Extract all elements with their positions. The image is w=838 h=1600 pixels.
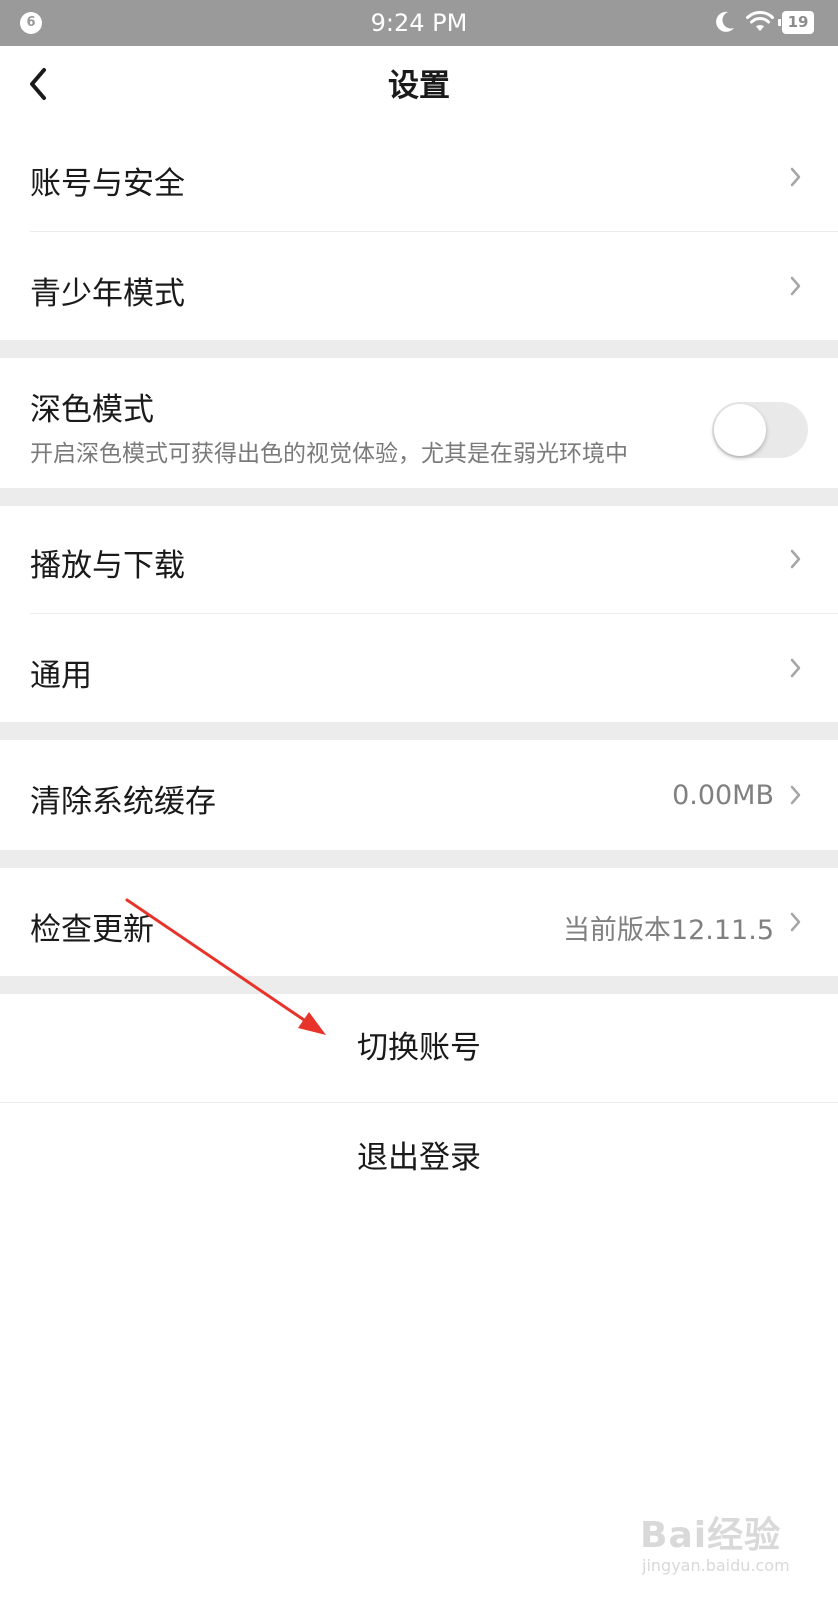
section-gap: [0, 976, 838, 994]
dark-mode-description: 开启深色模式可获得出色的视觉体验，尤其是在弱光环境中: [30, 441, 628, 467]
watermark-url: jingyan.baidu.com: [642, 1556, 790, 1575]
chevron-right-icon: [790, 276, 801, 296]
dark-mode-label: 深色模式: [30, 392, 154, 428]
chevron-right-icon: [790, 658, 801, 678]
switch-account-button[interactable]: 切换账号: [0, 994, 838, 1102]
cache-size-value: 0.00MB: [672, 780, 774, 811]
section-gap: [0, 340, 838, 358]
play-download-row[interactable]: 播放与下载: [0, 506, 838, 614]
page-title: 设置: [388, 68, 450, 104]
battery-icon: 19: [778, 11, 814, 34]
chevron-right-icon: [790, 912, 801, 932]
account-security-row[interactable]: 账号与安全: [0, 124, 838, 232]
chevron-right-icon: [790, 167, 801, 187]
check-update-row[interactable]: 检查更新 当前版本12.11.5: [0, 868, 838, 976]
logout-button[interactable]: 退出登录: [0, 1103, 838, 1213]
nav-bar: 设置: [0, 46, 838, 124]
status-bar: 6 9:24 PM 19: [0, 0, 838, 46]
clear-cache-row[interactable]: 清除系统缓存 0.00MB: [0, 740, 838, 850]
account-security-label: 账号与安全: [30, 166, 185, 202]
teen-mode-row[interactable]: 青少年模式: [0, 232, 838, 340]
dark-mode-toggle[interactable]: [712, 402, 808, 458]
general-label: 通用: [30, 658, 92, 694]
moon-icon: [716, 11, 734, 32]
toggle-knob: [714, 404, 766, 456]
wifi-icon: [746, 11, 774, 31]
teen-mode-label: 青少年模式: [30, 276, 185, 312]
play-download-label: 播放与下载: [30, 548, 185, 584]
baidu-watermark: Bai经验 jingyan.baidu.com: [640, 1506, 810, 1586]
check-update-label: 检查更新: [30, 912, 154, 948]
clear-cache-label: 清除系统缓存: [30, 784, 216, 820]
chevron-right-icon: [790, 549, 801, 569]
status-time: 9:24 PM: [370, 9, 468, 37]
general-row[interactable]: 通用: [0, 614, 838, 722]
watermark-logo-text: Bai经验: [640, 1515, 782, 1556]
version-value: 当前版本12.11.5: [562, 915, 774, 946]
section-gap: [0, 488, 838, 506]
section-gap: [0, 850, 838, 868]
chevron-right-icon: [790, 785, 801, 805]
section-gap: [0, 722, 838, 740]
